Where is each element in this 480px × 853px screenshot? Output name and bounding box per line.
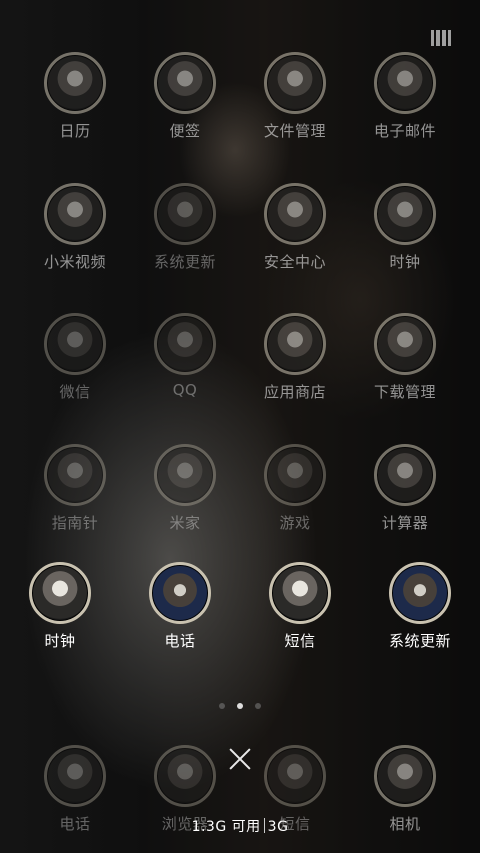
app-label: 安全中心	[263, 253, 326, 271]
app-file-manager[interactable]: 文件管理	[240, 52, 350, 141]
app-notes[interactable]: 便签	[130, 52, 240, 141]
app-label: 米家	[169, 514, 201, 532]
calendar-icon	[44, 52, 106, 114]
email-icon	[374, 52, 436, 114]
app-games[interactable]: 游戏	[240, 444, 350, 533]
memory-divider	[263, 818, 265, 833]
mi-video-icon	[44, 183, 106, 245]
app-label: 电子邮件	[373, 122, 436, 140]
download-manager-icon	[374, 313, 436, 375]
phone-icon	[44, 745, 106, 807]
app-wechat[interactable]: 微信	[20, 313, 130, 402]
app-label: 系统更新	[153, 253, 216, 271]
clock-icon	[29, 562, 91, 624]
recent-app-messages[interactable]: 短信	[245, 562, 355, 651]
app-calendar[interactable]: 日历	[20, 52, 130, 141]
page-dot-active	[237, 703, 243, 709]
phone-icon	[149, 562, 211, 624]
app-app-store[interactable]: 应用商店	[240, 313, 350, 402]
camera-icon	[374, 745, 436, 807]
recent-app-label: 时钟	[44, 632, 76, 650]
app-label: 计算器	[381, 514, 429, 532]
browser-icon	[154, 745, 216, 807]
messages-icon	[264, 745, 326, 807]
app-label: 便签	[169, 122, 201, 140]
recents-view-toggle-icon[interactable]	[431, 30, 451, 46]
page-indicator	[219, 702, 264, 710]
app-label: 文件管理	[263, 122, 326, 140]
page-dot	[219, 703, 225, 709]
recent-app-label: 电话	[164, 632, 196, 650]
app-label: 日历	[59, 122, 91, 140]
recent-app-system-update[interactable]: 系统更新	[365, 562, 475, 651]
recent-apps-screen: 日历 便签 文件管理 电子邮件 小米视频 系统更新 安全中心 时钟 微信 QQ …	[0, 0, 480, 853]
calculator-icon	[374, 444, 436, 506]
app-label: 游戏	[279, 514, 311, 532]
page-dot	[255, 703, 261, 709]
app-calculator[interactable]: 计算器	[350, 444, 460, 533]
qq-icon	[154, 313, 216, 375]
security-center-icon	[264, 183, 326, 245]
app-system-update[interactable]: 系统更新	[130, 183, 240, 272]
app-label: 指南针	[51, 514, 99, 532]
app-email[interactable]: 电子邮件	[350, 52, 460, 141]
app-label: 小米视频	[43, 253, 106, 271]
system-update-icon	[389, 562, 451, 624]
app-label: QQ	[172, 381, 198, 399]
app-qq[interactable]: QQ	[130, 313, 240, 399]
clock-icon	[374, 183, 436, 245]
app-security-center[interactable]: 安全中心	[240, 183, 350, 272]
app-label: 微信	[59, 383, 91, 401]
app-download-manager[interactable]: 下载管理	[350, 313, 460, 402]
compass-icon	[44, 444, 106, 506]
recent-app-label: 系统更新	[388, 632, 451, 650]
recent-app-phone[interactable]: 电话	[125, 562, 235, 651]
app-mijia[interactable]: 米家	[130, 444, 240, 533]
app-store-icon	[264, 313, 326, 375]
app-label: 时钟	[389, 253, 421, 271]
app-label: 应用商店	[263, 383, 326, 401]
messages-icon	[269, 562, 331, 624]
app-label: 下载管理	[373, 383, 436, 401]
file-manager-icon	[264, 52, 326, 114]
clear-all-close-icon[interactable]	[226, 745, 254, 773]
app-compass[interactable]: 指南针	[20, 444, 130, 533]
recent-app-clock[interactable]: 时钟	[5, 562, 115, 651]
system-update-icon	[154, 183, 216, 245]
mijia-icon	[154, 444, 216, 506]
memory-info: 1.3G 可用 3G	[0, 816, 480, 836]
notes-icon	[154, 52, 216, 114]
app-mi-video[interactable]: 小米视频	[20, 183, 130, 272]
recent-app-label: 短信	[284, 632, 316, 650]
app-clock[interactable]: 时钟	[350, 183, 460, 272]
wechat-icon	[44, 313, 106, 375]
games-icon	[264, 444, 326, 506]
memory-total: 3G	[267, 819, 289, 835]
memory-available: 1.3G 可用	[191, 819, 261, 835]
